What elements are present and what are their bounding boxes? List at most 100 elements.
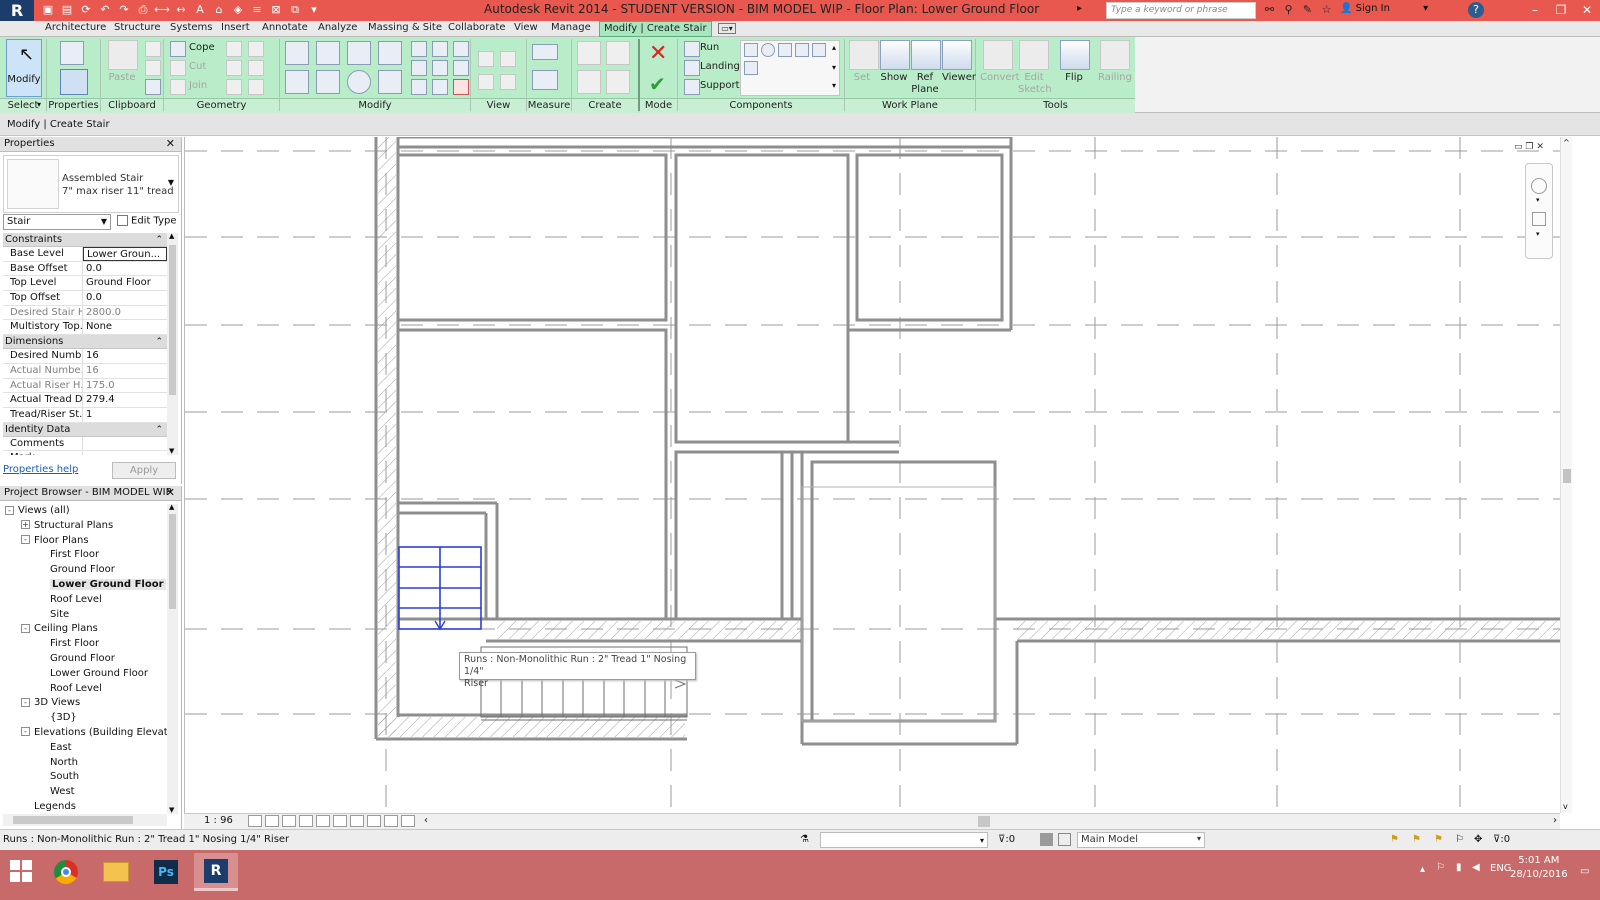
save-icon[interactable]: ▤ — [59, 2, 75, 18]
steering-wheel-icon[interactable] — [1531, 178, 1547, 194]
trim-single-icon[interactable] — [411, 79, 427, 95]
close-icon[interactable]: ✕ — [166, 486, 175, 500]
reveal-hidden-icon[interactable] — [367, 815, 381, 827]
cancel-edit-mode-icon[interactable]: ✕ — [649, 41, 667, 66]
create-assembly-icon[interactable] — [606, 70, 630, 94]
straight-run-icon[interactable] — [744, 43, 758, 57]
stair-run-in-progress[interactable] — [398, 546, 482, 631]
instance-filter-dropdown[interactable]: Stair ▼ — [3, 214, 111, 230]
binoculars-icon[interactable]: ⚯ — [1262, 2, 1277, 17]
drag-elements-icon[interactable]: ✥ — [1474, 830, 1482, 850]
visual-style-icon[interactable] — [265, 815, 279, 827]
select-dropdown-icon[interactable]: ▾ — [37, 100, 41, 109]
open-icon[interactable]: ▣ — [40, 2, 56, 18]
section-icon[interactable]: ◈ — [230, 2, 246, 18]
override-graphics-icon[interactable] — [500, 51, 516, 67]
browser-tree-node[interactable]: Lower Ground Floor — [3, 667, 167, 682]
browser-tree-node[interactable]: + Structural Plans — [3, 519, 167, 534]
hide-icon[interactable] — [478, 51, 494, 67]
thin-lines-icon[interactable]: ≡ — [249, 2, 265, 18]
aligned-dimension-icon[interactable] — [532, 70, 558, 90]
tab-systems[interactable]: Systems — [170, 22, 213, 33]
sign-in-button[interactable]: 👤 Sign In ▾ — [1340, 3, 1428, 14]
u-shape-winder-icon[interactable] — [812, 43, 826, 57]
property-group-header[interactable]: Dimensions ⌃ — [3, 335, 167, 350]
edit-sketch-button[interactable]: Edit Sketch — [1018, 40, 1052, 96]
collapse-icon[interactable]: - — [21, 623, 30, 633]
chevron-down-icon[interactable]: ▾ — [1536, 196, 1540, 204]
network-icon[interactable]: ▮ — [1456, 862, 1462, 873]
windows-start-icon[interactable] — [10, 860, 32, 882]
browser-tree-node[interactable]: First Floor — [3, 637, 167, 652]
cut-clipboard-icon[interactable] — [145, 41, 161, 57]
pin-icon[interactable] — [453, 60, 469, 76]
browser-tree-node[interactable]: Legends — [3, 800, 167, 814]
properties-scrollbar[interactable]: ▲ ▼ — [167, 232, 178, 455]
canvas-hscroll-thumb[interactable] — [978, 816, 990, 827]
floor-plan-drawing[interactable] — [185, 137, 1560, 813]
property-value[interactable]: 0.0 — [83, 262, 167, 276]
gallery-scroll-down-icon[interactable]: ▾ — [832, 63, 836, 72]
convert-button[interactable]: Convert — [980, 40, 1020, 83]
ref-plane-button[interactable]: Ref Plane — [911, 40, 941, 96]
canvas-vscroll-thumb[interactable] — [1563, 469, 1571, 483]
print-icon[interactable]: ⎙ — [135, 2, 151, 18]
browser-tree-node[interactable]: Ground Floor — [3, 563, 167, 578]
tab-modify-create-stair[interactable]: Modify | Create Stair — [599, 21, 712, 37]
browser-hscrollbar[interactable] — [3, 814, 167, 826]
analytical-model-icon[interactable] — [401, 815, 415, 827]
select-by-face-icon[interactable]: ⚐ — [1455, 830, 1464, 850]
copy-icon[interactable] — [316, 70, 340, 94]
measure-distance-icon[interactable] — [532, 44, 558, 60]
browser-tree-node[interactable]: First Floor — [3, 548, 167, 563]
property-value[interactable] — [83, 451, 167, 455]
browser-tree-node[interactable]: West — [3, 785, 167, 800]
trim-multiple-icon[interactable] — [432, 79, 448, 95]
close-hidden-icon[interactable]: ⊠ — [268, 2, 284, 18]
dimension-icon[interactable]: ↔ — [173, 2, 189, 18]
collapse-icon[interactable]: ⌃ — [155, 423, 163, 437]
align-icon[interactable] — [285, 41, 309, 65]
create-similar-icon[interactable] — [577, 41, 601, 65]
select-underlay-icon[interactable]: ⚑ — [1412, 830, 1421, 850]
property-value[interactable]: Lower Groun... — [83, 247, 167, 261]
trim-extend-icon[interactable] — [378, 70, 402, 94]
property-group-header[interactable]: Constraints ⌃ — [3, 233, 167, 247]
cut-geometry-button[interactable]: Cut — [189, 61, 206, 72]
split-gap-icon[interactable] — [432, 41, 448, 57]
file-explorer-taskbar-button[interactable] — [94, 853, 138, 891]
mirror-draw-icon[interactable] — [378, 41, 402, 65]
volume-icon[interactable]: ◀ — [1472, 862, 1480, 873]
show-hidden-icons-icon[interactable]: ▴ — [1420, 864, 1425, 875]
browser-tree-node[interactable]: South — [3, 770, 167, 785]
workset-selector[interactable]: ▾ — [820, 832, 988, 848]
action-center-icon[interactable]: ⚐ — [1436, 862, 1445, 873]
collapse-icon[interactable]: - — [21, 535, 30, 545]
apply-button[interactable]: Apply — [112, 462, 176, 479]
tab-collaborate[interactable]: Collaborate — [448, 22, 506, 33]
scroll-up-icon[interactable]: ▲ — [169, 232, 174, 240]
notifications-icon[interactable]: ▭ — [1580, 866, 1589, 877]
property-value[interactable]: Ground Floor — [83, 276, 167, 290]
redo-icon[interactable]: ↷ — [116, 2, 132, 18]
show-button[interactable]: Show — [880, 40, 910, 83]
delete-icon[interactable] — [453, 79, 469, 95]
create-sketch-icon[interactable] — [744, 61, 758, 75]
browser-tree-node[interactable]: -Elevations (Building Elevation) — [3, 726, 167, 741]
offset-icon[interactable] — [316, 41, 340, 65]
drawing-area[interactable] — [184, 137, 1560, 813]
array-icon[interactable] — [411, 60, 427, 76]
view-close-button[interactable]: ✕ — [1536, 142, 1544, 152]
browser-tree-node[interactable]: {3D} — [3, 711, 167, 726]
collapse-icon[interactable]: - — [21, 727, 30, 737]
help-icon[interactable]: ? — [1468, 2, 1484, 18]
close-icon[interactable]: ✕ — [166, 137, 175, 151]
3d-view-icon[interactable]: ⌂ — [211, 2, 227, 18]
view-minimize-button[interactable]: ▭ — [1514, 142, 1523, 152]
scroll-down-icon[interactable]: ▼ — [169, 806, 174, 814]
application-menu-button[interactable]: R — [0, 0, 34, 21]
gallery-expand-icon[interactable]: ▾ — [832, 81, 836, 90]
zoom-icon[interactable] — [1532, 212, 1546, 226]
photoshop-taskbar-button[interactable]: Ps — [144, 853, 188, 891]
minimize-button[interactable]: – — [1522, 0, 1548, 21]
